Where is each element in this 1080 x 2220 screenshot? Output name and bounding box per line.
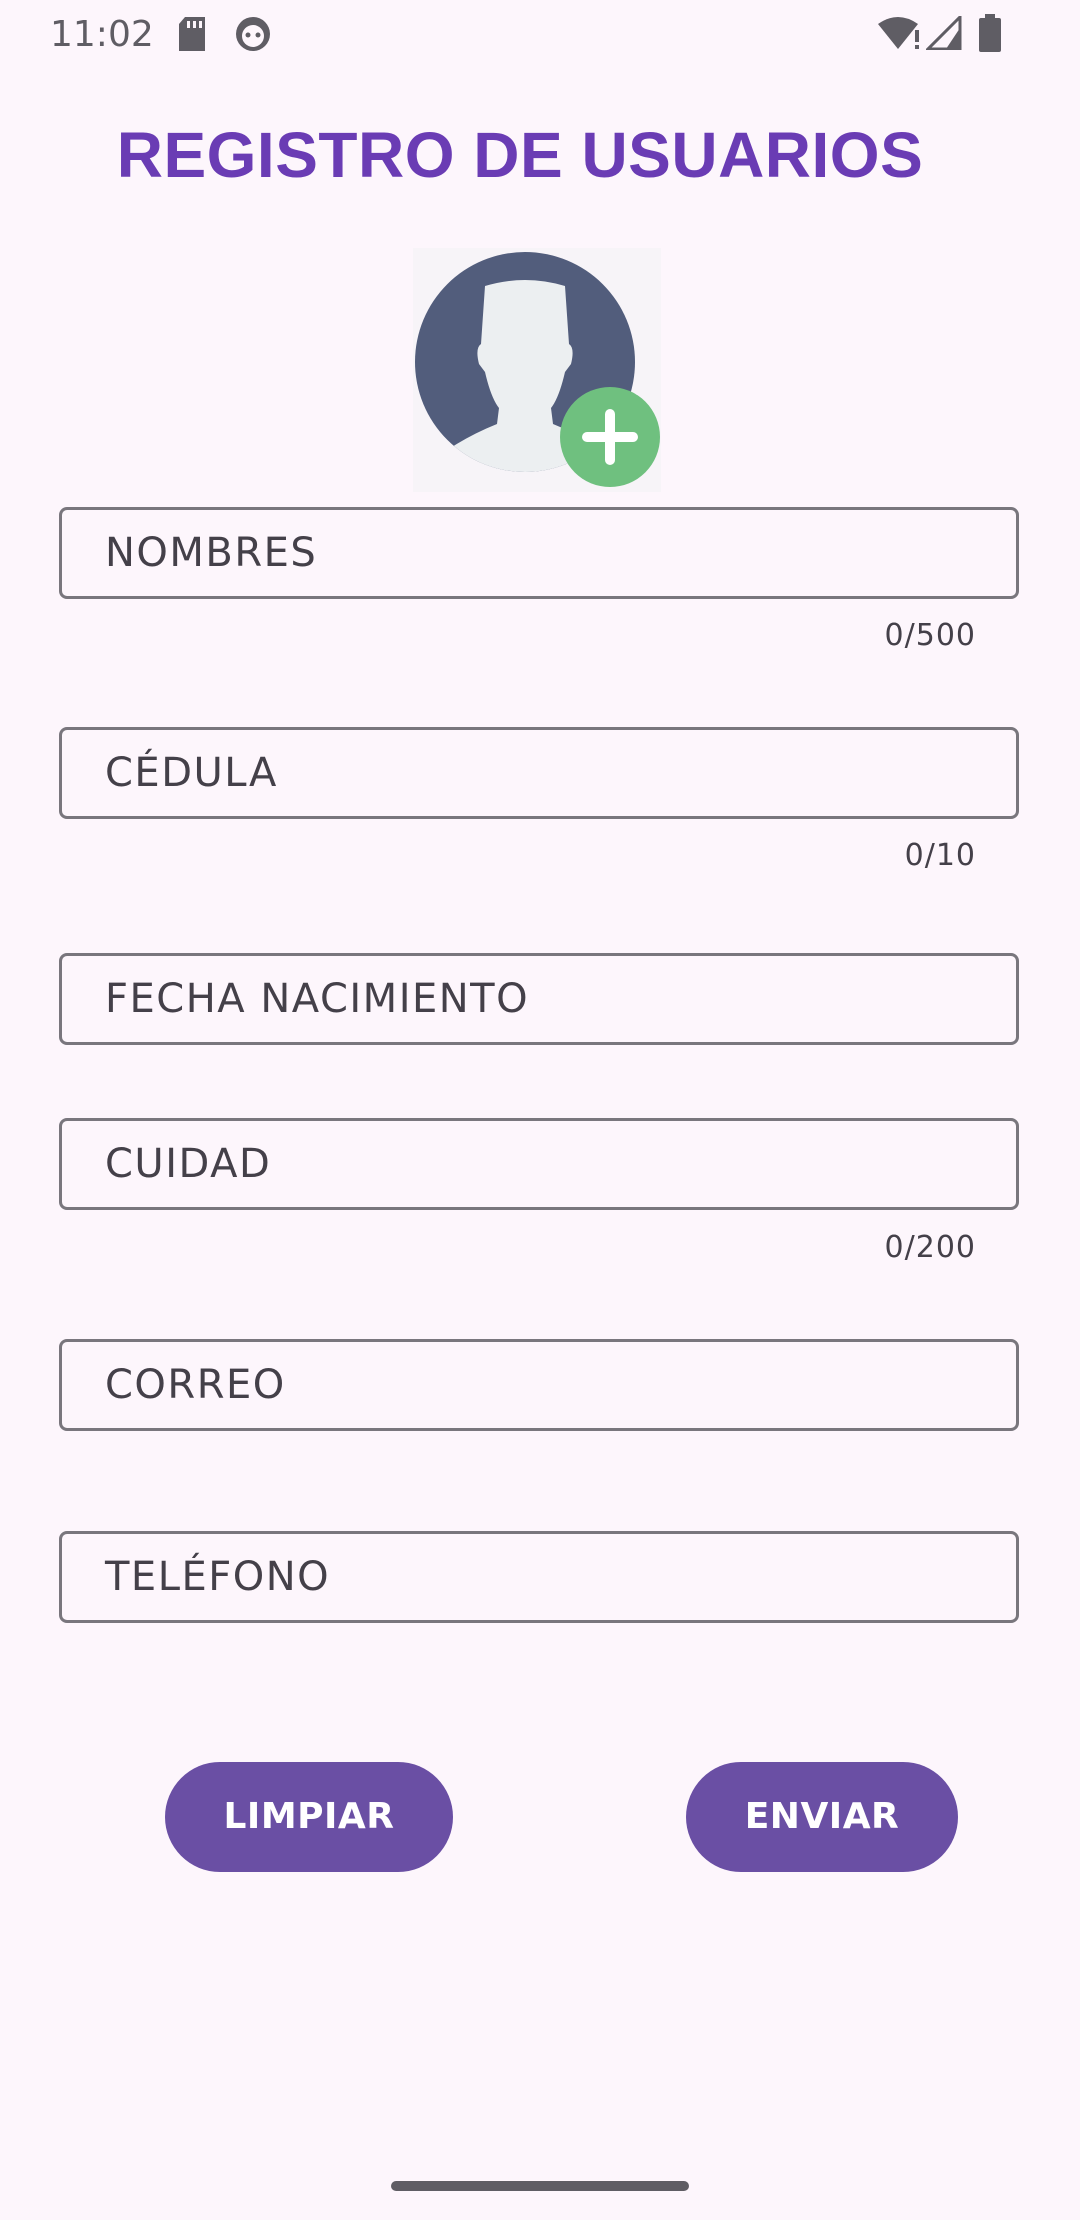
ciudad-field[interactable]: CUIDAD [59,1118,1019,1210]
cedula-counter: 0/10 [904,838,976,873]
correo-field[interactable]: CORREO [59,1339,1019,1431]
wifi-alert-icon [878,16,922,55]
telefono-label: TELÉFONO [105,1554,331,1600]
limpiar-button[interactable]: LIMPIAR [165,1762,453,1872]
ciudad-label: CUIDAD [105,1141,272,1187]
ciudad-counter: 0/200 [884,1230,976,1265]
nombres-label: NOMBRES [105,530,318,576]
telefono-field[interactable]: TELÉFONO [59,1531,1019,1623]
cedula-label: CÉDULA [105,750,278,796]
status-bar: 11:02 [0,0,1080,66]
page-title: REGISTRO DE USUARIOS [116,119,924,191]
enviar-button[interactable]: ENVIAR [686,1762,958,1872]
nombres-counter: 0/500 [884,618,976,653]
avatar-picker[interactable] [413,248,661,492]
gesture-nav-handle[interactable] [391,2181,689,2191]
android-face-icon [235,16,271,57]
status-time: 11:02 [50,14,154,55]
cedula-field[interactable]: CÉDULA [59,727,1019,819]
add-circle-icon[interactable] [560,387,660,487]
cell-signal-icon [924,13,962,55]
correo-label: CORREO [105,1362,286,1408]
fecha-nacimiento-label: FECHA NACIMIENTO [105,976,530,1022]
fecha-nacimiento-field[interactable]: FECHA NACIMIENTO [59,953,1019,1045]
nombres-field[interactable]: NOMBRES [59,507,1019,599]
battery-icon [978,14,1002,57]
sd-card-icon [177,17,207,56]
